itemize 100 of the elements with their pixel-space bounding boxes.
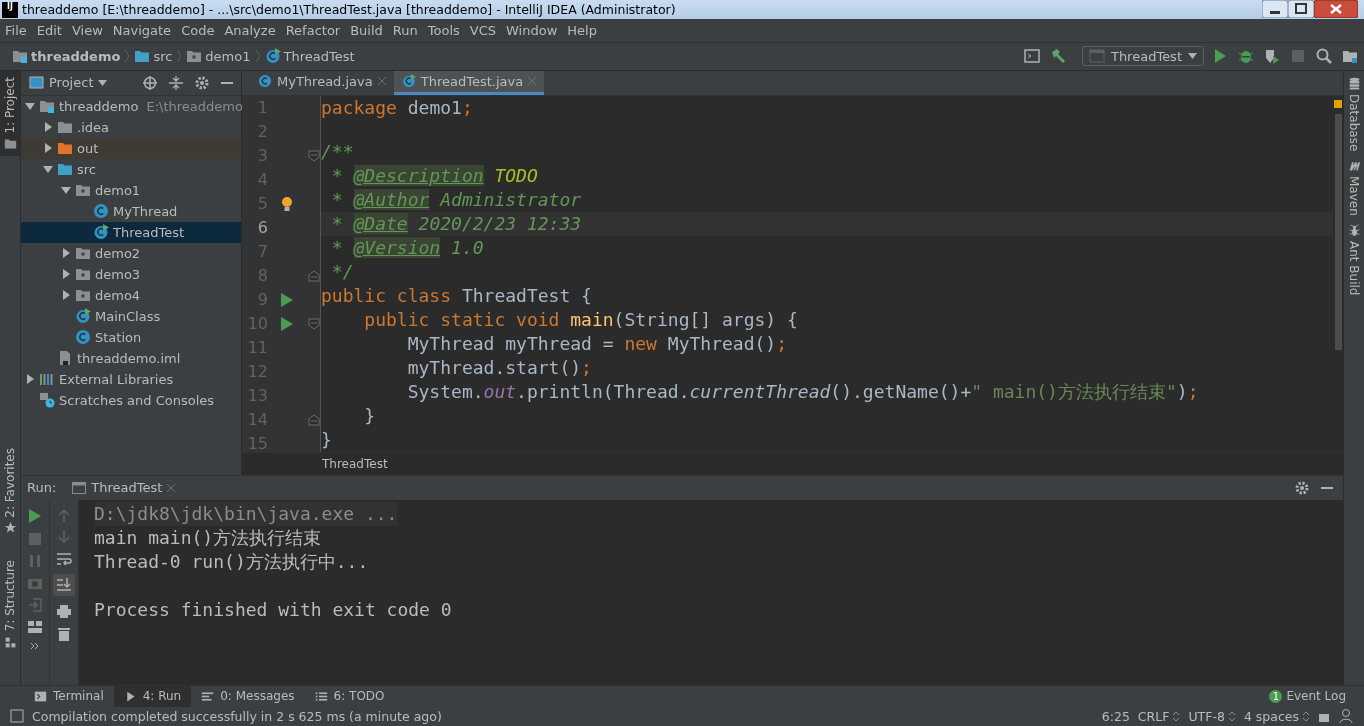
editor-tab[interactable]: ThreadTest.java: [393, 70, 545, 95]
line-separator-selector[interactable]: CRLF: [1137, 708, 1181, 724]
print-icon[interactable]: [56, 603, 72, 618]
menu-item[interactable]: Build: [345, 22, 388, 38]
code-line: * @Date 2020/2/23 12:33: [330, 211, 583, 236]
minimize-button[interactable]: [1262, 0, 1288, 18]
tool-window-tab[interactable]: Terminal: [24, 685, 114, 707]
settings-icon[interactable]: [195, 75, 209, 90]
scrollbar-thumb[interactable]: [1334, 113, 1342, 350]
code-line: }: [363, 403, 377, 428]
menu-item[interactable]: Code: [176, 22, 220, 38]
shield-run-icon[interactable]: [1264, 48, 1280, 65]
tool-window-button[interactable]: 7: Structure: [0, 554, 20, 655]
tree-item[interactable]: demo4: [21, 284, 241, 306]
run-tab[interactable]: ThreadTest: [66, 475, 182, 500]
event-log-button[interactable]: Event Log: [1286, 689, 1346, 704]
more-icon[interactable]: [30, 641, 40, 650]
collapse-all-icon[interactable]: [169, 75, 183, 90]
tool-window-tab[interactable]: 6: TODO: [304, 685, 395, 707]
bug-icon[interactable]: [1238, 48, 1254, 65]
tree-item[interactable]: threaddemo E:\threaddemo: [21, 95, 241, 117]
expand-arrow-icon[interactable]: [61, 248, 71, 259]
console-window-icon[interactable]: [1023, 48, 1040, 65]
tree-item[interactable]: Station: [21, 326, 241, 348]
window-icon: [1088, 49, 1105, 64]
fold-marker-icon[interactable]: [308, 269, 320, 282]
folder-icon[interactable]: [1342, 48, 1358, 65]
tool-windows-toggle-icon[interactable]: [10, 709, 24, 724]
indent-selector[interactable]: 4 spaces: [1243, 708, 1310, 724]
editor-tab[interactable]: MyThread.java: [250, 70, 394, 95]
tree-item[interactable]: demo3: [21, 263, 241, 285]
tool-window-button[interactable]: Database: [1344, 76, 1364, 151]
library-icon: [39, 371, 55, 388]
crosshair-icon[interactable]: [143, 75, 157, 90]
run-configuration-dropdown[interactable]: ThreadTest: [1081, 46, 1204, 67]
menu-item[interactable]: Window: [501, 22, 563, 38]
search-icon[interactable]: [1316, 48, 1332, 65]
menu-item[interactable]: Tools: [422, 22, 465, 38]
breadcrumb[interactable]: src: [134, 48, 173, 65]
hammer-icon[interactable]: [1049, 48, 1066, 65]
expand-arrow-icon[interactable]: [25, 374, 35, 385]
rerun-icon[interactable]: [28, 507, 42, 524]
run-icon[interactable]: [280, 316, 293, 331]
tree-item[interactable]: ThreadTest: [21, 221, 241, 243]
tree-item[interactable]: External Libraries: [21, 368, 241, 390]
lightbulb-icon[interactable]: [280, 195, 293, 212]
tree-item[interactable]: demo2: [21, 242, 241, 264]
encoding-selector[interactable]: UTF-8: [1188, 708, 1236, 724]
expand-arrow-icon[interactable]: [61, 290, 71, 301]
layout-icon[interactable]: [27, 619, 43, 634]
settings-icon[interactable]: [1295, 480, 1309, 495]
menu-item[interactable]: VCS: [464, 22, 502, 38]
tree-item[interactable]: src: [21, 158, 241, 180]
menu-item[interactable]: Analyze: [219, 22, 281, 38]
package-icon: [75, 266, 91, 283]
menu-item[interactable]: View: [66, 22, 108, 38]
fold-marker-icon[interactable]: [308, 413, 320, 426]
fold-marker-icon[interactable]: [308, 317, 320, 330]
collapse-arrow-icon[interactable]: [25, 101, 35, 112]
list-icon: [314, 689, 328, 703]
breadcrumb[interactable]: ThreadTest: [264, 48, 355, 65]
menu-item[interactable]: Navigate: [107, 22, 177, 38]
menu-item[interactable]: File: [0, 22, 32, 38]
close-button[interactable]: [1314, 0, 1358, 18]
tool-window-button[interactable]: Ant Build: [1344, 223, 1364, 296]
tree-item[interactable]: MyThread: [21, 200, 241, 222]
collapse-arrow-icon[interactable]: [61, 185, 71, 196]
expand-arrow-icon[interactable]: [43, 122, 53, 133]
soft-wrap-icon[interactable]: [56, 551, 72, 566]
tool-window-button[interactable]: 2: Favorites: [0, 441, 20, 541]
tree-item[interactable]: demo1: [21, 179, 241, 201]
caret-position[interactable]: 6:25: [1101, 708, 1130, 724]
tool-window-button[interactable]: Maven: [1344, 158, 1364, 216]
expand-arrow-icon[interactable]: [61, 269, 71, 280]
tree-item[interactable]: MainClass: [21, 305, 241, 327]
maximize-button[interactable]: [1288, 0, 1314, 18]
project-view-dropdown[interactable]: Project: [29, 75, 108, 91]
menu-item[interactable]: Edit: [31, 22, 67, 38]
breadcrumb[interactable]: demo1: [186, 48, 251, 65]
code-line: }: [321, 427, 333, 452]
menu-item[interactable]: Help: [562, 22, 602, 38]
breadcrumb[interactable]: threaddemo: [12, 48, 121, 65]
trash-icon[interactable]: [57, 625, 71, 642]
tree-item[interactable]: out: [21, 137, 241, 159]
expand-arrow-icon[interactable]: [43, 143, 53, 154]
run-icon[interactable]: [1212, 48, 1228, 65]
collapse-arrow-icon[interactable]: [43, 164, 53, 175]
breadcrumb[interactable]: ThreadTest: [322, 456, 388, 471]
tree-item[interactable]: Scratches and Consoles: [21, 389, 241, 411]
tool-window-button[interactable]: 1: Project: [0, 70, 20, 157]
inspector-icon[interactable]: [1338, 708, 1354, 725]
tree-item[interactable]: threaddemo.iml: [21, 347, 241, 369]
tool-window-tab[interactable]: 4: Run: [113, 685, 192, 707]
tree-item[interactable]: .idea: [21, 116, 241, 138]
fold-marker-icon[interactable]: [308, 149, 320, 162]
scroll-to-end-icon[interactable]: [53, 573, 75, 596]
menu-item[interactable]: Run: [387, 22, 423, 38]
menu-item[interactable]: Refactor: [280, 22, 346, 38]
run-icon[interactable]: [280, 292, 293, 307]
tool-window-tab[interactable]: 0: Messages: [191, 685, 305, 707]
